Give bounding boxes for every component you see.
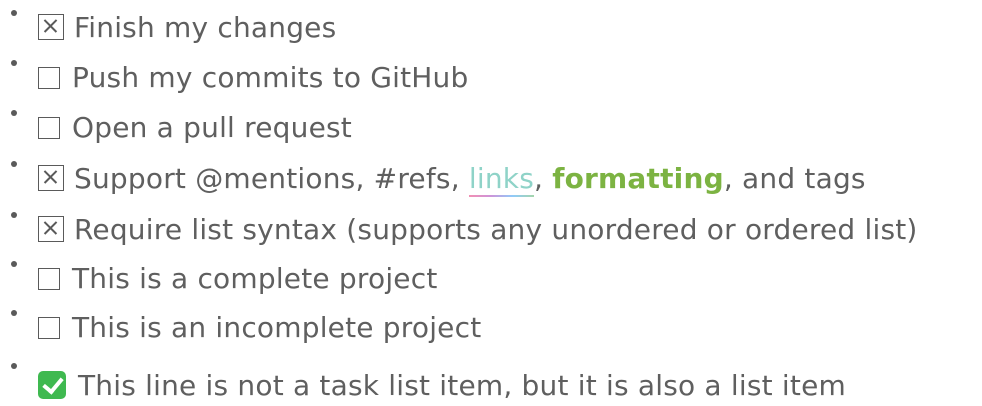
bullet-icon: [11, 212, 17, 218]
formatting-bold-text: formatting: [552, 162, 724, 195]
list-item-line: Push my commits to GitHub: [38, 58, 468, 98]
checkbox-unchecked-icon[interactable]: [38, 67, 60, 89]
bullet-icon: [11, 110, 17, 116]
list-item-text: This is an incomplete project: [72, 311, 482, 344]
list-item-text: Push my commits to GitHub: [72, 61, 469, 94]
links-link[interactable]: links: [468, 162, 534, 197]
list-item-line: Open a pull request: [38, 108, 352, 148]
list-item-text: Require list syntax (supports any unorde…: [74, 213, 918, 246]
list-item-line: Require list syntax (supports any unorde…: [38, 210, 918, 250]
bullet-icon: [11, 10, 17, 16]
list-item-text: This is a complete project: [72, 262, 438, 295]
checkbox-unchecked-icon[interactable]: [38, 317, 60, 339]
list-item: Finish my changes: [0, 8, 982, 48]
list-item-line: This is a complete project: [38, 259, 438, 299]
bullet-icon: [11, 363, 17, 369]
list-item: Open a pull request: [0, 108, 982, 148]
checkbox-checked-icon[interactable]: [38, 216, 64, 242]
checkbox-checked-icon[interactable]: [38, 165, 64, 191]
bullet-icon: [11, 161, 17, 167]
list-item-text: This line is not a task list item, but i…: [78, 369, 846, 402]
list-item: Push my commits to GitHub: [0, 58, 982, 98]
white-check-mark-emoji-icon: [38, 371, 66, 399]
list-item-line: Support @mentions, #refs, links, formatt…: [38, 159, 866, 199]
list-item-text: Open a pull request: [72, 111, 352, 144]
list-item-line: This is an incomplete project: [38, 308, 481, 348]
list-item: Support @mentions, #refs, links, formatt…: [0, 159, 982, 199]
checkbox-unchecked-icon[interactable]: [38, 268, 60, 290]
bullet-icon: [11, 60, 17, 66]
bullet-icon: [11, 310, 17, 316]
list-item: This is a complete project: [0, 259, 982, 299]
list-item-line: Finish my changes: [38, 8, 336, 48]
list-item-line: This line is not a task list item, but i…: [38, 366, 846, 406]
bullet-icon: [11, 261, 17, 267]
list-item: This line is not a task list item, but i…: [0, 362, 982, 402]
list-item-text: , and tags: [723, 162, 866, 195]
list-item-text: Finish my changes: [74, 11, 337, 44]
list-item-text: ,: [534, 162, 553, 195]
list-item: Require list syntax (supports any unorde…: [0, 210, 982, 250]
checkbox-unchecked-icon[interactable]: [38, 117, 60, 139]
list-item-text: Support @mentions, #refs,: [74, 162, 469, 195]
checkbox-checked-icon[interactable]: [38, 14, 64, 40]
list-item: This is an incomplete project: [0, 308, 982, 348]
